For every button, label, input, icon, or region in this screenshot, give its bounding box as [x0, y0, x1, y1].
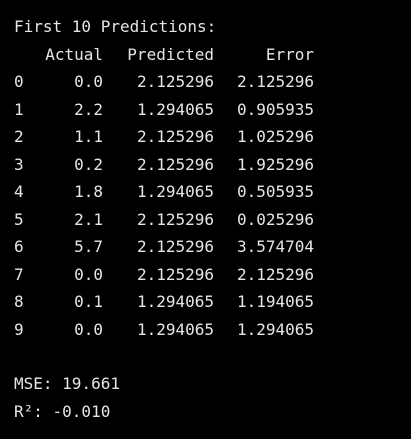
table-row: 0 0.0 2.125296 2.125296 — [0, 72, 411, 92]
actual-value: 0.0 — [74, 72, 103, 91]
predicted-value: 2.125296 — [136, 72, 214, 91]
actual-value: 0.2 — [74, 154, 103, 174]
error-value: 2.125296 — [236, 72, 314, 91]
terminal-output: First 10 Predictions: Actual Predicted E… — [0, 0, 411, 439]
row-index: 8 — [14, 292, 24, 311]
error-value: 3.574704 — [236, 237, 314, 256]
predicted-value: 1.294065 — [136, 99, 214, 119]
actual-value: 1.8 — [74, 182, 103, 201]
row-index: 9 — [14, 319, 24, 339]
row-index: 2 — [14, 127, 24, 146]
error-value: 1.025296 — [236, 127, 314, 146]
column-header-error: Error — [265, 45, 314, 64]
table-row: 4 1.8 1.294065 0.505935 — [0, 182, 411, 202]
actual-value: 5.7 — [74, 237, 103, 256]
predicted-value: 2.125296 — [136, 127, 214, 146]
actual-value: 2.2 — [74, 99, 103, 119]
row-index: 4 — [14, 182, 24, 201]
output-heading: First 10 Predictions: — [14, 17, 217, 36]
actual-value: 0.0 — [74, 319, 103, 339]
error-value: 1.925296 — [236, 154, 314, 174]
table-row: 6 5.7 2.125296 3.574704 — [0, 237, 411, 257]
actual-value: 0.1 — [74, 292, 103, 311]
predicted-value: 2.125296 — [136, 264, 214, 284]
table-row: 9 0.0 1.294065 1.294065 — [0, 320, 411, 340]
mse-metric: MSE: 19.661 — [14, 374, 120, 393]
actual-value: 0.0 — [74, 264, 103, 284]
row-index: 3 — [14, 154, 24, 174]
error-value: 1.194065 — [236, 292, 314, 311]
column-header-predicted: Predicted — [127, 45, 214, 64]
row-index: 1 — [14, 99, 24, 119]
r2-metric: R²: -0.010 — [14, 402, 111, 421]
error-value: 1.294065 — [236, 319, 314, 339]
row-index: 0 — [14, 72, 24, 91]
error-value: 2.125296 — [236, 264, 314, 284]
row-index: 7 — [14, 264, 24, 284]
error-value: 0.905935 — [236, 99, 314, 119]
row-index: 6 — [14, 237, 24, 256]
column-header-actual: Actual — [45, 45, 103, 64]
predicted-value: 2.125296 — [136, 154, 214, 174]
predicted-value: 2.125296 — [136, 237, 214, 256]
table-row: 8 0.1 1.294065 1.194065 — [0, 292, 411, 312]
table-row: 7 0.0 2.125296 2.125296 — [0, 265, 411, 285]
error-value: 0.505935 — [236, 182, 314, 201]
table-row: 2 1.1 2.125296 1.025296 — [0, 127, 411, 147]
table-row: 5 2.1 2.125296 0.025296 — [0, 210, 411, 230]
table-header: Actual Predicted Error — [0, 45, 411, 65]
predicted-value: 2.125296 — [136, 209, 214, 229]
table-row: 3 0.2 2.125296 1.925296 — [0, 155, 411, 175]
table-row: 1 2.2 1.294065 0.905935 — [0, 100, 411, 120]
predicted-value: 1.294065 — [136, 182, 214, 201]
predicted-value: 1.294065 — [136, 319, 214, 339]
actual-value: 2.1 — [74, 209, 103, 229]
row-index: 5 — [14, 209, 24, 229]
actual-value: 1.1 — [74, 127, 103, 146]
error-value: 0.025296 — [236, 209, 314, 229]
predicted-value: 1.294065 — [136, 292, 214, 311]
